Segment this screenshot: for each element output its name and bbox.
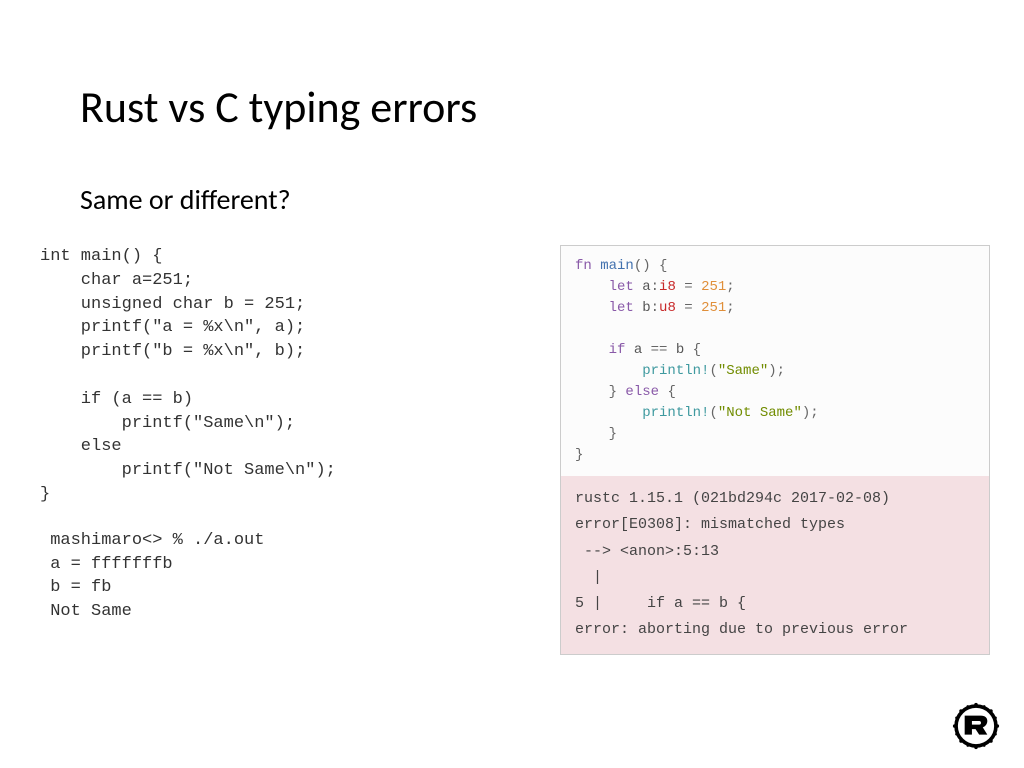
c-code-block: int main() { char a=251; unsigned char b…: [40, 245, 520, 507]
c-column: int main() { char a=251; unsigned char b…: [80, 245, 520, 624]
c-output-block: mashimaro<> % ./a.out a = fffffffb b = f…: [40, 529, 520, 624]
rust-column: fn main() { let a:i8 = 251; let b:u8 = 2…: [560, 245, 990, 655]
rust-error-output: rustc 1.15.1 (021bd294c 2017-02-08) erro…: [561, 476, 989, 654]
slide-subtitle: Same or different?: [80, 182, 944, 217]
rust-code-block: fn main() { let a:i8 = 251; let b:u8 = 2…: [561, 246, 989, 476]
content-columns: int main() { char a=251; unsigned char b…: [80, 245, 944, 655]
rust-logo-icon: [952, 702, 1000, 750]
rust-editor: fn main() { let a:i8 = 251; let b:u8 = 2…: [560, 245, 990, 655]
slide-title: Rust vs C typing errors: [80, 80, 944, 134]
